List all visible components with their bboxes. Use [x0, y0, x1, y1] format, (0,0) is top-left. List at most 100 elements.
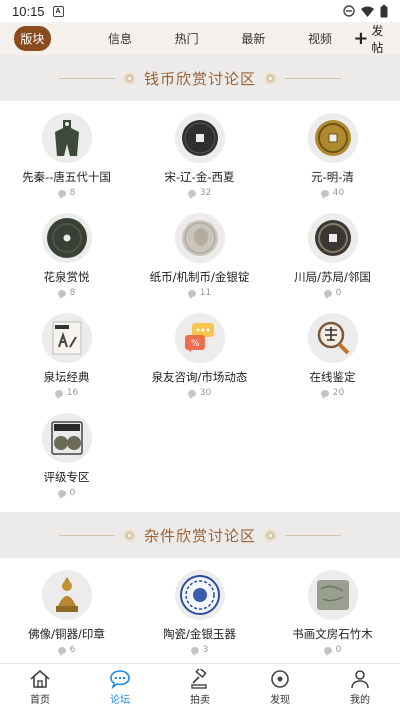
discover-icon [271, 670, 289, 688]
tab-home[interactable]: 首页 [0, 664, 80, 711]
post-count-value: 0 [335, 288, 342, 298]
comment-icon [323, 289, 332, 299]
post-count: 32 [187, 188, 212, 199]
tab-label: 发现 [270, 695, 290, 706]
home-icon [30, 669, 50, 688]
status-bar: 10:15 A [0, 0, 400, 22]
board-item[interactable]: 先秦--唐五代十国 8 [0, 113, 133, 199]
board-name: 川局/苏局/邻国 [294, 270, 371, 284]
comment-icon [187, 389, 196, 399]
tab-forum[interactable]: 论坛 [80, 664, 160, 711]
plus-icon: + [353, 27, 369, 49]
tab-board[interactable]: 版块 [14, 26, 51, 51]
svg-text:%: % [191, 339, 200, 349]
comment-icon [57, 489, 66, 499]
dark-coin-icon [307, 213, 358, 263]
post-count: 8 [57, 288, 75, 299]
post-count-value: 32 [199, 188, 212, 198]
board-item[interactable]: % 泉友咨询/市场动态 30 [133, 313, 266, 399]
board-name: 泉友咨询/市场动态 [151, 370, 248, 384]
dnd-icon [343, 5, 355, 17]
spade-coin-icon [41, 113, 92, 163]
board-item[interactable]: 花泉赏悦 8 [0, 213, 133, 299]
divider [285, 534, 341, 536]
tab-profile[interactable]: 我的 [320, 664, 400, 711]
book-icon [41, 313, 92, 363]
board-item[interactable]: 佛像/铜器/印章 6 [0, 570, 133, 656]
post-count-value: 0 [69, 488, 76, 498]
section-title: 杂件欣赏讨论区 [143, 526, 256, 545]
board-name: 评级专区 [43, 470, 90, 484]
board-name: 纸币/机制币/金银锭 [149, 270, 250, 284]
post-count: 6 [57, 645, 76, 656]
post-count: 0 [57, 488, 76, 499]
status-time: 10:15 [12, 3, 45, 19]
comment-icon [187, 189, 196, 199]
porcelain-plate-icon [174, 570, 225, 620]
top-tab-nav: 版块 信息 热门 最新 视频 + 发帖 [0, 22, 400, 55]
comment-icon [54, 389, 63, 399]
section-header-coins: 钱币欣赏讨论区 [0, 55, 400, 101]
tab-video[interactable]: 视频 [287, 30, 354, 47]
comment-icon [190, 646, 199, 656]
coin-ornament-icon [264, 71, 277, 85]
magnifier-appraise-icon [307, 313, 358, 363]
tab-label: 论坛 [110, 695, 130, 706]
board-item[interactable]: 元-明-清 40 [266, 113, 399, 199]
board-item[interactable]: 陶瓷/金银玉器 3 [133, 570, 266, 656]
new-post-label: 发帖 [371, 23, 384, 55]
coin-ornament-icon [122, 528, 136, 542]
tab-hot[interactable]: 热门 [153, 30, 220, 47]
stone-icon [307, 570, 358, 620]
tab-label: 首页 [30, 695, 50, 706]
board-item[interactable]: 评级专区 0 [0, 413, 133, 499]
coin-ornament-icon [122, 71, 136, 85]
tab-auction[interactable]: 拍卖 [160, 664, 240, 711]
board-item[interactable]: 在线鉴定 20 [266, 313, 399, 399]
post-count-value: 8 [69, 188, 76, 198]
profile-icon [351, 670, 369, 689]
post-count: 30 [187, 388, 211, 399]
post-count-value: 16 [66, 388, 79, 398]
misc-board-grid: 佛像/铜器/印章 6 陶瓷/金银玉器 3 书画文房石竹木 0 [0, 558, 400, 663]
board-item[interactable]: 宋-辽-金-西夏 32 [133, 113, 266, 199]
board-name: 在线鉴定 [309, 370, 356, 384]
gavel-icon [191, 669, 207, 689]
board-item[interactable]: 泉坛经典 16 [0, 313, 133, 399]
post-count: 3 [190, 645, 209, 656]
silver-dollar-icon [174, 213, 225, 263]
post-count-value: 3 [202, 645, 209, 655]
graded-coin-slab-icon [41, 413, 92, 463]
coin-ornament-icon [264, 528, 277, 542]
new-post-button[interactable]: + 发帖 [353, 22, 394, 56]
comment-icon [57, 289, 66, 299]
comment-icon [187, 289, 196, 299]
board-item[interactable]: 川局/苏局/邻国 0 [266, 213, 399, 299]
section-title: 钱币欣赏讨论区 [143, 69, 256, 88]
board-item[interactable]: 书画文房石竹木 0 [266, 570, 399, 656]
post-count-value: 11 [199, 288, 212, 298]
post-count: 40 [320, 188, 345, 199]
chat-bubbles-icon: % [174, 313, 225, 363]
comment-icon [57, 646, 66, 656]
comment-icon [323, 646, 332, 656]
bottom-tab-bar: 首页 论坛 拍卖 发现 我的 [0, 663, 400, 711]
tab-discover[interactable]: 发现 [240, 664, 320, 711]
post-count-value: 40 [332, 188, 345, 198]
board-item[interactable]: 纸币/机制币/金银锭 11 [133, 213, 266, 299]
board-name: 陶瓷/金银玉器 [163, 627, 236, 641]
board-name: 泉坛经典 [43, 370, 90, 384]
notification-icon: A [52, 5, 64, 17]
tab-latest[interactable]: 最新 [220, 30, 287, 47]
post-count: 0 [323, 645, 341, 656]
tab-info[interactable]: 信息 [87, 30, 154, 47]
post-count-value: 6 [69, 645, 76, 655]
comment-icon [320, 389, 329, 399]
square-hole-coin-icon [174, 113, 225, 163]
divider [58, 534, 115, 536]
divider [285, 77, 341, 79]
section-header-misc: 杂件欣赏讨论区 [0, 512, 400, 558]
wifi-icon [361, 6, 374, 17]
board-name: 佛像/铜器/印章 [28, 627, 105, 641]
tab-label: 我的 [350, 695, 370, 706]
